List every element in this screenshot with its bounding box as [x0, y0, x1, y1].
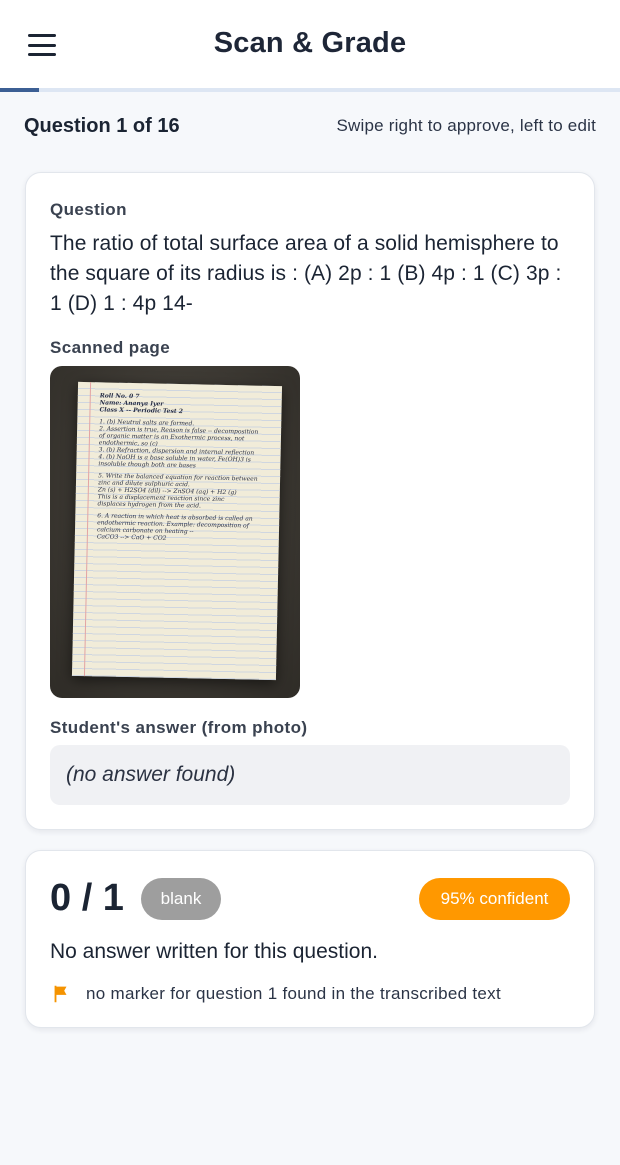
question-label: Question: [50, 200, 127, 219]
progress-fill: [0, 88, 39, 92]
flag-note-text: no marker for question 1 found in the tr…: [86, 984, 501, 1003]
app-title: Scan & Grade: [213, 27, 407, 59]
handwritten-text: Roll No. 0 7 Name: Ananya Iyer Class X -- …: [97, 392, 274, 544]
question-text: The ratio of total surface area of a sol…: [50, 232, 562, 315]
flag-icon: [54, 985, 67, 1003]
result-card[interactable]: 0 / 1 blank 95% confident No answer writ…: [25, 850, 595, 1028]
scanned-page-image[interactable]: Roll No. 0 7 Name: Ananya Iyer Class X -- …: [50, 366, 300, 698]
question-counter: Question 1 of 16: [24, 114, 180, 137]
status-badge: blank: [141, 878, 221, 920]
paper-margin-line: [83, 382, 92, 677]
feedback-text: No answer written for this question.: [50, 940, 378, 963]
student-answer-label: Student's answer (from photo): [50, 718, 308, 737]
score: 0 / 1: [50, 877, 124, 919]
swipe-hint: Swipe right to approve, left to edit: [336, 116, 596, 135]
progress-bar: [0, 88, 620, 92]
app-bar: Scan & Grade: [0, 0, 620, 88]
question-card[interactable]: Question The ratio of total surface area…: [25, 172, 595, 830]
flag-note: no marker for question 1 found in the tr…: [50, 982, 501, 1006]
scanned-paper: Roll No. 0 7 Name: Ananya Iyer Class X -- …: [71, 381, 283, 681]
student-answer-box: (no answer found): [50, 745, 570, 805]
confidence-badge: 95% confident: [419, 878, 570, 920]
question-header: Question 1 of 16 Swipe right to approve,…: [24, 113, 596, 139]
scanned-page-label: Scanned page: [50, 338, 171, 357]
